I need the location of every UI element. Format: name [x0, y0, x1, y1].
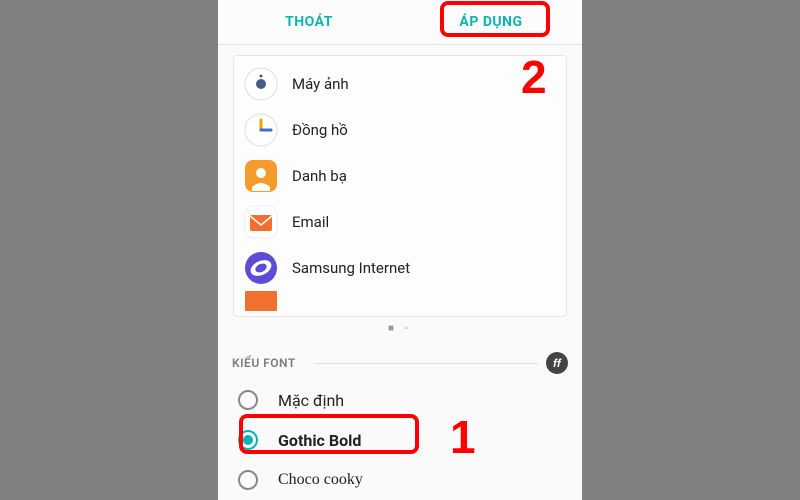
radio-checked-icon: [238, 430, 258, 450]
page-indicator: ■ ◦: [218, 317, 582, 344]
app-row-internet[interactable]: Samsung Internet: [234, 245, 566, 291]
font-label: Mặc định: [278, 391, 344, 410]
app-label: Danh bạ: [292, 167, 347, 185]
app-row-clock[interactable]: Đồng hồ: [234, 107, 566, 153]
exit-button[interactable]: THOÁT: [218, 0, 400, 44]
section-title: KIỂU FONT: [232, 356, 307, 370]
clock-icon: [244, 113, 278, 147]
app-row-contacts[interactable]: Danh bạ: [234, 153, 566, 199]
app-label: Đồng hồ: [292, 121, 348, 139]
radio-unchecked-icon: [238, 390, 258, 410]
font-option-default[interactable]: Mặc định: [218, 380, 582, 420]
unknown-icon: [244, 291, 278, 311]
font-label: Choco cooky: [278, 471, 363, 489]
internet-icon: [244, 251, 278, 285]
font-settings-screen: THOÁT ÁP DỤNG Máy ảnh Đồng hồ: [218, 0, 582, 500]
app-row-partial: [234, 291, 566, 311]
font-label: Gothic Bold: [278, 431, 361, 450]
radio-unchecked-icon: [238, 470, 258, 490]
app-row-camera[interactable]: Máy ảnh: [234, 61, 566, 107]
app-label: Samsung Internet: [292, 259, 410, 277]
apply-button[interactable]: ÁP DỤNG: [400, 0, 582, 44]
preview-app-list: Máy ảnh Đồng hồ Danh bạ: [233, 55, 567, 317]
app-row-email[interactable]: Email: [234, 199, 566, 245]
divider: [315, 363, 539, 364]
app-label: Email: [292, 213, 329, 231]
font-section-header: KIỂU FONT ff: [218, 344, 582, 380]
camera-icon: [244, 67, 278, 101]
font-option-choco-cooky[interactable]: Choco cooky: [218, 460, 582, 490]
contacts-icon: [244, 159, 278, 193]
app-label: Máy ảnh: [292, 75, 349, 93]
font-option-gothic-bold[interactable]: Gothic Bold: [218, 420, 582, 460]
top-action-bar: THOÁT ÁP DỤNG: [218, 0, 582, 45]
font-store-icon[interactable]: ff: [546, 352, 568, 374]
email-icon: [244, 205, 278, 239]
